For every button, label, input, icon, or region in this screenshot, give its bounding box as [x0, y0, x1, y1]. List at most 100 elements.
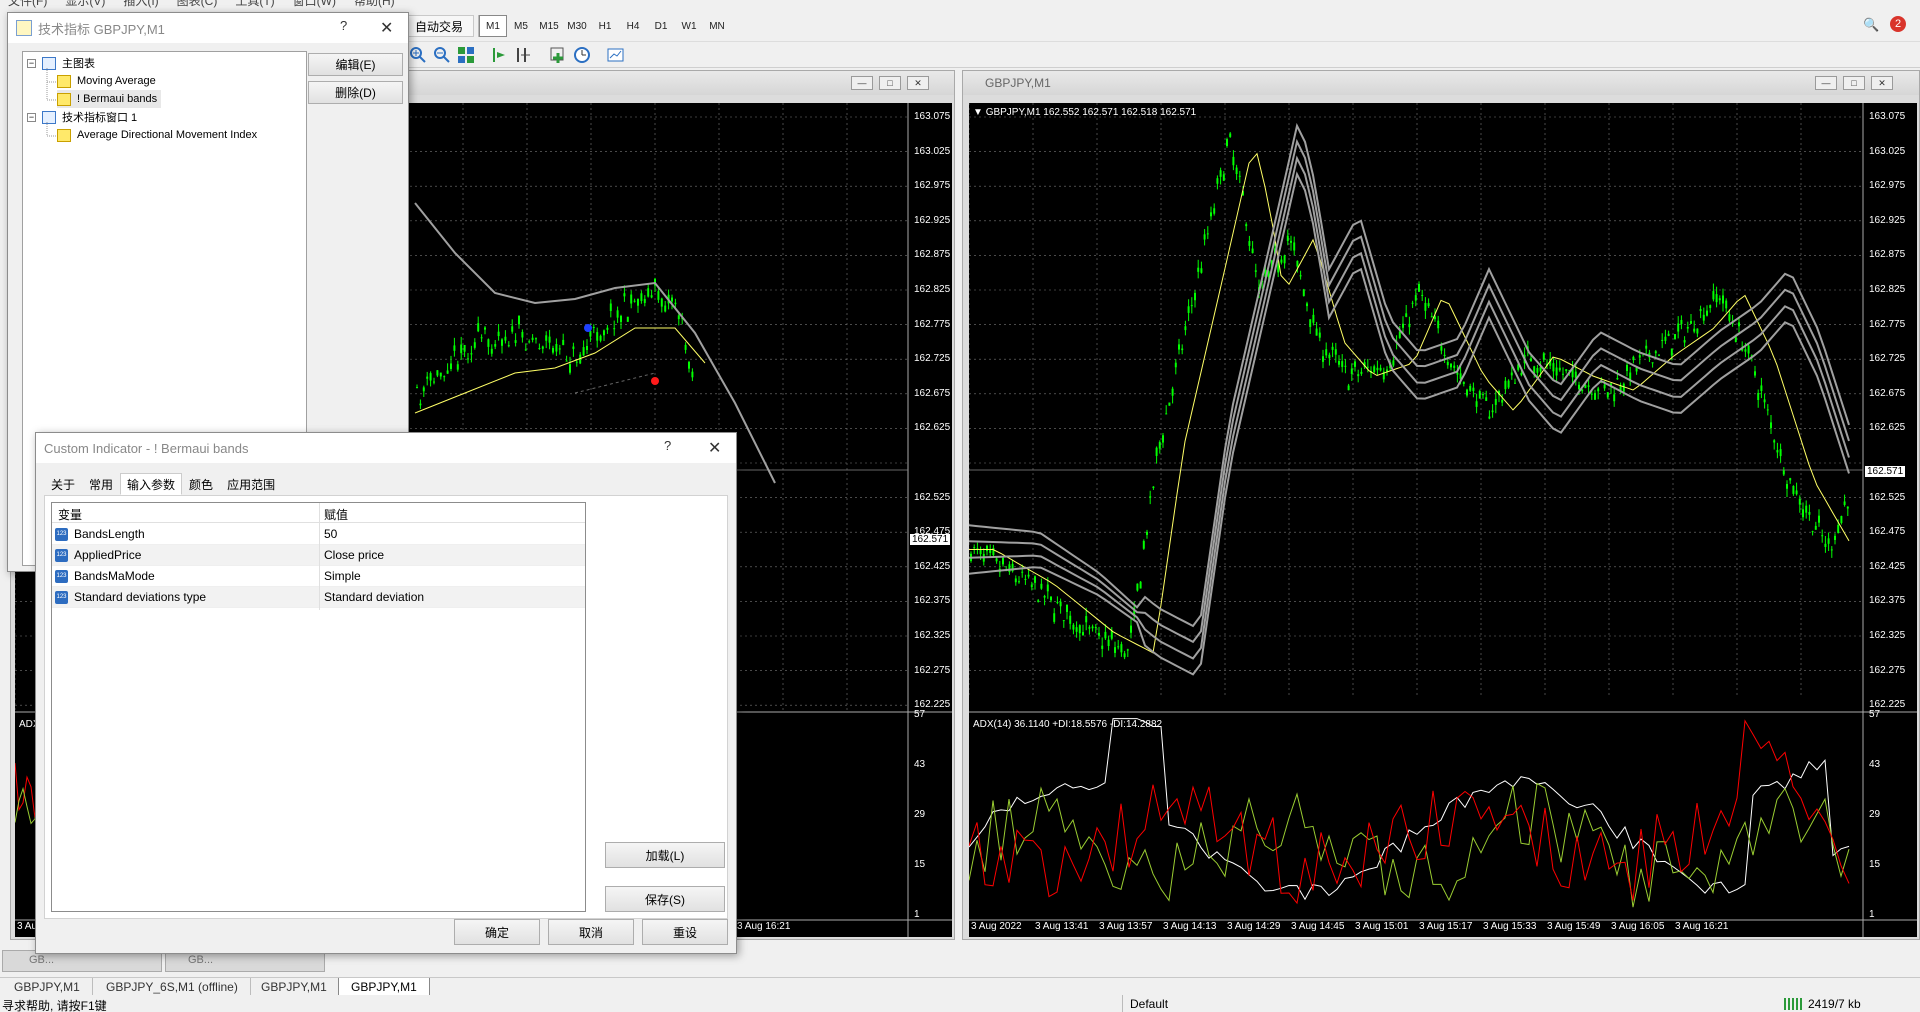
param-value[interactable]: Simple	[324, 569, 361, 583]
minimize-icon[interactable]: —	[1815, 76, 1837, 90]
time-tick-label: 3 Aug 14:45	[1291, 921, 1345, 932]
menu-help[interactable]: 帮助(H)	[354, 0, 395, 10]
notification-badge[interactable]: 2	[1890, 16, 1906, 32]
candle	[1219, 170, 1222, 177]
tab-inputs[interactable]: 输入参数	[120, 473, 183, 495]
candle	[1696, 328, 1699, 334]
auto-trading-button[interactable]: 自动交易	[408, 15, 474, 37]
chart-tab-3[interactable]: GBPJPY,M1	[249, 978, 340, 996]
tree-item-bermaui-bands[interactable]: ! Bermaui bands	[57, 90, 162, 108]
maximize-icon[interactable]: □	[1843, 76, 1865, 90]
menu-file[interactable]: 文件(F)	[8, 0, 47, 10]
chart-tab-2[interactable]: GBPJPY_6S,M1 (offline)	[94, 978, 251, 996]
tf-m5[interactable]: M5	[507, 15, 535, 37]
price-tick-label: 163.075	[1869, 111, 1906, 122]
tf-w1[interactable]: W1	[675, 15, 703, 37]
tree-item-moving-average[interactable]: Moving Average	[57, 72, 156, 90]
periods-clock-icon[interactable]	[573, 46, 591, 64]
custom-dialog-titlebar[interactable]: Custom Indicator - ! Bermaui bands ? ✕	[36, 433, 736, 463]
time-tick-label: 3 Aug 14:13	[1163, 921, 1217, 932]
moving-average-line	[414, 327, 706, 414]
tf-m30[interactable]: M30	[563, 15, 591, 37]
indicators-dialog-titlebar[interactable]: 技术指标 GBPJPY,M1 ? ✕	[8, 13, 408, 43]
candle	[1146, 531, 1148, 535]
price-tick-label: 162.375	[1869, 595, 1906, 607]
close-icon[interactable]: ✕	[708, 438, 721, 458]
indicator-window-icon	[16, 20, 32, 36]
close-icon[interactable]: ✕	[1871, 76, 1893, 90]
candle	[565, 360, 568, 362]
candle	[1117, 646, 1120, 648]
candle	[1725, 300, 1728, 309]
menu-view[interactable]: 显示(V)	[65, 0, 105, 10]
price-chart-right[interactable]: ▼ GBPJPY,M1 162.552 162.571 162.518 162.…	[968, 103, 1917, 937]
menu-charts[interactable]: 图表(C)	[177, 0, 218, 10]
candle	[1411, 302, 1414, 304]
tf-h4[interactable]: H4	[619, 15, 647, 37]
status-profile[interactable]: Default	[1130, 997, 1168, 1011]
tf-m15[interactable]: M15	[535, 15, 563, 37]
maximize-icon[interactable]: □	[879, 76, 901, 90]
param-value[interactable]: 50	[324, 527, 337, 541]
candle	[1443, 354, 1446, 357]
tab-visualization[interactable]: 应用范围	[220, 473, 282, 495]
candle	[1088, 627, 1091, 629]
chart-tab-1[interactable]: GBPJPY,M1	[2, 978, 93, 996]
candle	[1427, 303, 1430, 307]
tf-h1[interactable]: H1	[591, 15, 619, 37]
tf-d1[interactable]: D1	[647, 15, 675, 37]
candle	[1325, 349, 1328, 356]
tab-colors[interactable]: 颜色	[182, 473, 220, 495]
reset-button[interactable]: 重设	[642, 919, 728, 945]
candle	[1293, 242, 1296, 251]
chart-tab-4[interactable]: GBPJPY,M1	[338, 978, 430, 996]
price-tick-label: 162.725	[914, 353, 951, 365]
search-icon[interactable]: 🔍	[1863, 17, 1879, 33]
candle	[1306, 303, 1308, 307]
param-value[interactable]: Close price	[324, 548, 384, 562]
candle	[1299, 275, 1302, 277]
candle	[1002, 557, 1004, 565]
candle	[1565, 369, 1568, 372]
delete-button[interactable]: 删除(D)	[308, 81, 403, 104]
close-icon[interactable]: ✕	[907, 76, 929, 90]
param-value[interactable]: Standard deviation	[324, 590, 424, 604]
close-icon[interactable]: ✕	[380, 18, 393, 38]
edit-button[interactable]: 编辑(E)	[308, 53, 403, 76]
candle	[494, 344, 497, 347]
candle	[1418, 283, 1420, 292]
menu-tools[interactable]: 工具(T)	[235, 0, 274, 10]
zoom-in-icon[interactable]	[409, 46, 427, 64]
tab-about[interactable]: 关于	[44, 473, 82, 495]
candle	[450, 363, 452, 369]
adx-tick-label: 43	[914, 759, 926, 770]
params-grid[interactable]: 变量 赋值 123 BandsLength 50 123 AppliedPric…	[51, 502, 586, 912]
minimize-icon[interactable]: —	[851, 76, 873, 90]
chart-window-right[interactable]: GBPJPY,M1 — □ ✕ ▼ GBPJPY,M1 162.552 162.…	[962, 70, 1920, 940]
chart-shift-icon[interactable]	[515, 46, 533, 64]
candle	[671, 297, 673, 302]
tree-item-adx[interactable]: Average Directional Movement Index	[57, 126, 257, 144]
auto-scroll-icon[interactable]	[491, 46, 509, 64]
cancel-button[interactable]: 取消	[548, 919, 634, 945]
tf-mn[interactable]: MN	[703, 15, 731, 37]
tile-windows-icon[interactable]	[457, 46, 475, 64]
candle	[1206, 233, 1209, 235]
candle	[626, 316, 629, 322]
templates-icon[interactable]	[607, 46, 625, 64]
chart-window-right-titlebar[interactable]: GBPJPY,M1	[963, 71, 1919, 95]
save-button[interactable]: 保存(S)	[605, 886, 725, 912]
menu-window[interactable]: 窗口(W)	[293, 0, 336, 10]
candle	[1706, 310, 1708, 316]
tf-m1[interactable]: M1	[479, 15, 507, 37]
load-button[interactable]: 加载(L)	[605, 842, 725, 868]
add-indicator-icon[interactable]	[549, 46, 567, 64]
help-icon[interactable]: ?	[664, 438, 671, 453]
custom-dialog-title: Custom Indicator - ! Bermaui bands	[44, 440, 249, 456]
candle	[1322, 356, 1324, 362]
ok-button[interactable]: 确定	[454, 919, 540, 945]
zoom-out-icon[interactable]	[433, 46, 451, 64]
help-icon[interactable]: ?	[340, 18, 347, 33]
tab-common[interactable]: 常用	[82, 473, 120, 495]
menu-insert[interactable]: 插入(I)	[123, 0, 158, 10]
